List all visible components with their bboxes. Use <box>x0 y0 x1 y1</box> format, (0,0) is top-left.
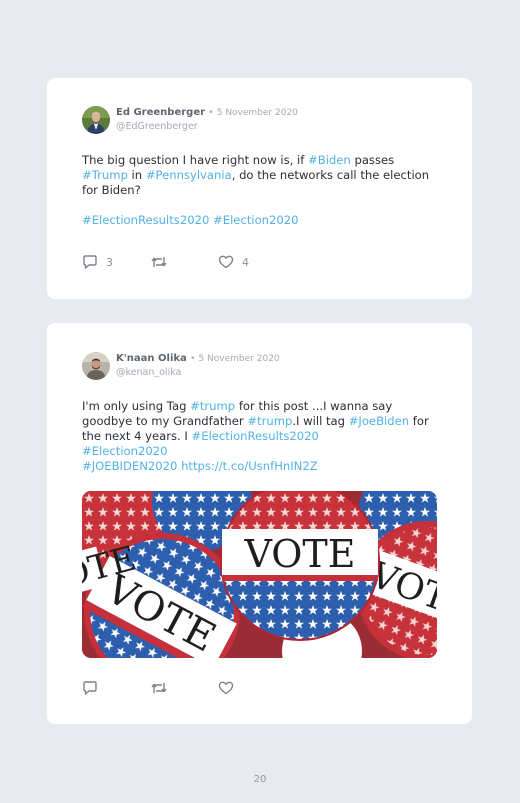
reply-icon <box>83 255 97 269</box>
reply-button[interactable]: 3 <box>82 255 150 269</box>
like-count: 4 <box>242 255 249 269</box>
hashtag-link[interactable]: #JoeBiden <box>349 414 409 428</box>
avatar[interactable] <box>82 352 110 380</box>
tweet-text: The big question I have right now is, if… <box>82 153 440 198</box>
vote-text: VOTE <box>243 532 355 576</box>
author-name[interactable]: Ed Greenberger <box>116 107 205 118</box>
heart-icon <box>218 255 234 269</box>
author-handle[interactable]: @EdGreenberger <box>116 120 298 133</box>
tweet-text-segment: in <box>127 168 146 182</box>
tweet-text-segment: The big question I have right now is, if <box>82 153 309 167</box>
reply-icon <box>83 681 97 695</box>
avatar[interactable] <box>82 106 110 134</box>
tweet-text: I'm only using Tag #trump for this post … <box>82 399 440 474</box>
tweet-header: Ed Greenberger • 5 November 2020 @EdGree… <box>82 106 298 134</box>
hashtag-link[interactable]: #Election2020 <box>82 444 167 458</box>
retweet-icon <box>151 257 167 267</box>
like-button[interactable] <box>218 681 234 695</box>
tweet-text-segment: .I will tag <box>292 414 349 428</box>
retweet-icon <box>151 683 167 693</box>
hashtag-link[interactable]: #Trump <box>82 168 128 182</box>
tweet-header: K'naan Olika • 5 November 2020 @kenan_ol… <box>82 352 280 380</box>
tweet-text-segment: passes <box>350 153 395 167</box>
separator: • <box>208 108 214 118</box>
tweet-actions <box>82 681 234 695</box>
hashtag-link[interactable]: https://t.co/UsnfHnIN2Z <box>181 459 318 473</box>
hashtag-link[interactable]: #ElectionResults2020 <box>192 429 319 443</box>
page-number: 20 <box>253 774 267 785</box>
hashtag-link[interactable]: #trump <box>190 399 235 413</box>
hashtag-link[interactable]: #ElectionResults2020 <box>82 213 209 227</box>
author-name[interactable]: K'naan Olika <box>116 353 187 364</box>
tweet-actions: 3 4 <box>82 255 249 269</box>
separator: • <box>189 354 196 364</box>
retweet-button[interactable] <box>150 681 218 695</box>
hashtag-link[interactable]: #Biden <box>308 153 351 167</box>
reply-button[interactable] <box>82 681 150 695</box>
like-button[interactable]: 4 <box>218 255 249 269</box>
vote-buttons-photo[interactable]: VOTE VOTE VOTE VOTE <box>82 491 437 658</box>
hashtag-link[interactable]: #Pennsylvania <box>146 168 232 182</box>
hashtag-link[interactable]: #JOEBIDEN2020 <box>82 459 177 473</box>
author-handle[interactable]: @kenan_olika <box>116 366 280 379</box>
tweet-date[interactable]: 5 November 2020 <box>198 354 279 364</box>
tweet-date[interactable]: 5 November 2020 <box>217 108 298 118</box>
hashtag-link[interactable]: #trump <box>247 414 292 428</box>
heart-icon <box>218 681 234 695</box>
reply-count: 3 <box>106 255 113 269</box>
tweet-hashtags: #ElectionResults2020 #Election2020 <box>82 213 299 228</box>
tweet-text-segment: I'm only using Tag <box>82 399 191 413</box>
tweet-card: K'naan Olika • 5 November 2020 @kenan_ol… <box>47 323 472 724</box>
hashtag-link[interactable]: #Election2020 <box>213 213 298 227</box>
tweet-card: Ed Greenberger • 5 November 2020 @EdGree… <box>47 78 472 299</box>
retweet-button[interactable] <box>150 255 218 269</box>
